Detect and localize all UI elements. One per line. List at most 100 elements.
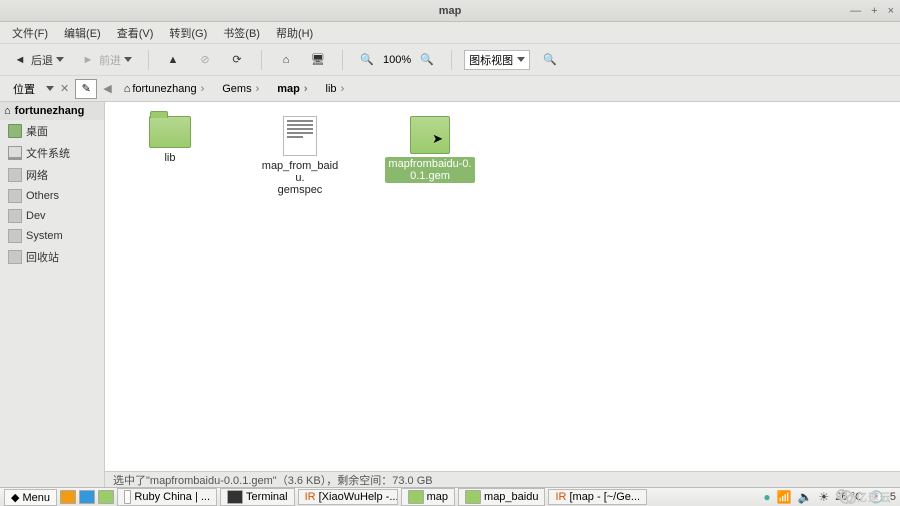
- task-label: Terminal: [246, 491, 288, 503]
- folder-icon: [8, 189, 22, 203]
- task-ruby-china[interactable]: Ruby China | ...: [117, 488, 217, 506]
- sidebar-item-desktop[interactable]: 桌面: [0, 120, 104, 142]
- volume-icon[interactable]: 🔈: [798, 490, 813, 504]
- close-icon[interactable]: ✕: [60, 82, 69, 95]
- home-icon: ⌂: [278, 52, 294, 68]
- sidebar-item-network[interactable]: 网络: [0, 164, 104, 186]
- home-icon: ⌂: [4, 105, 11, 117]
- sidebar-header[interactable]: ⌂ fortunezhang: [0, 102, 104, 120]
- sidebar-item-filesystem[interactable]: 文件系统: [0, 142, 104, 164]
- titlebar[interactable]: map — + ×: [0, 0, 900, 22]
- zoom-in-button[interactable]: 🔍: [415, 50, 439, 70]
- crumb-label: Gems: [222, 83, 251, 95]
- start-menu-button[interactable]: ◆ Menu: [4, 489, 57, 506]
- view-mode-label: 图标视图: [469, 52, 513, 68]
- separator: [342, 50, 343, 70]
- task-label: [XiaoWuHelp -...: [319, 491, 398, 503]
- breadcrumb-lib[interactable]: lib ›: [320, 81, 351, 97]
- launcher-icon[interactable]: [98, 490, 114, 504]
- tray-icon[interactable]: ●: [763, 490, 770, 504]
- task-label: Ruby China | ...: [134, 491, 210, 503]
- folder-icon: [465, 490, 481, 504]
- menu-file[interactable]: 文件(F): [6, 23, 54, 43]
- task-map-ge[interactable]: IR[map - [~/Ge...: [548, 489, 647, 505]
- app-icon: [124, 490, 131, 504]
- zoom-out-icon: 🔍: [359, 52, 375, 68]
- home-button[interactable]: ⌂: [274, 50, 298, 70]
- search-button[interactable]: 🔍: [538, 50, 562, 70]
- stop-button[interactable]: ⊘: [193, 50, 217, 70]
- menu-help[interactable]: 帮助(H): [270, 23, 319, 43]
- view-mode-select[interactable]: 图标视图: [464, 50, 530, 70]
- cursor-icon: ➤: [432, 131, 443, 147]
- file-item-gem[interactable]: ➤ mapfrombaidu-0.0.1.gem: [385, 116, 475, 183]
- chevron-right-icon: ›: [201, 83, 205, 95]
- menu-view[interactable]: 查看(V): [111, 23, 160, 43]
- breadcrumb-map[interactable]: map ›: [271, 81, 313, 97]
- file-name: map_from_baidu. gemspec: [255, 159, 345, 197]
- menu-edit[interactable]: 编辑(E): [58, 23, 107, 43]
- file-item-folder[interactable]: lib: [125, 116, 215, 165]
- location-label[interactable]: 位置: [8, 79, 40, 99]
- zoom-level: 100%: [383, 54, 411, 66]
- task-terminal[interactable]: Terminal: [220, 488, 295, 506]
- window-title: map: [439, 5, 462, 17]
- edit-path-button[interactable]: ✎: [75, 79, 97, 99]
- menu-label: Menu: [23, 492, 51, 504]
- chevron-right-icon: ›: [341, 83, 345, 95]
- terminal-icon: [227, 490, 243, 504]
- up-button[interactable]: ▲: [161, 50, 185, 70]
- task-xiaowu[interactable]: IR[XiaoWuHelp -...: [298, 489, 398, 505]
- sidebar-item-label: 桌面: [26, 123, 48, 139]
- menu-bookmarks[interactable]: 书签(B): [217, 23, 266, 43]
- maximize-button[interactable]: +: [871, 5, 877, 17]
- task-map[interactable]: map: [401, 488, 455, 506]
- network-icon[interactable]: 📶: [777, 490, 792, 504]
- logo-icon: [839, 490, 853, 504]
- sidebar-item-label: Dev: [26, 210, 46, 222]
- network-icon: [8, 168, 22, 182]
- back-button[interactable]: ◄ 后退: [8, 50, 68, 70]
- launcher-icon[interactable]: [79, 490, 95, 504]
- launcher-icon[interactable]: [60, 490, 76, 504]
- package-icon: ➤: [410, 116, 450, 154]
- file-name: lib: [161, 151, 178, 165]
- zoom-in-icon: 🔍: [419, 52, 435, 68]
- breadcrumb-gems[interactable]: Gems ›: [216, 81, 265, 97]
- folder-icon: [8, 124, 22, 138]
- breadcrumb-home[interactable]: ⌂ fortunezhang ›: [118, 81, 211, 97]
- chevron-down-icon: [517, 57, 525, 62]
- body: ⌂ fortunezhang 桌面 文件系统 网络 Others Dev Sys…: [0, 102, 900, 487]
- document-icon: [283, 116, 317, 156]
- menubar: 文件(F) 编辑(E) 查看(V) 转到(G) 书签(B) 帮助(H): [0, 22, 900, 44]
- reload-button[interactable]: ⟳: [225, 50, 249, 70]
- sidebar-item-system[interactable]: System: [0, 226, 104, 246]
- folder-icon: [8, 209, 22, 223]
- close-button[interactable]: ×: [888, 5, 894, 17]
- computer-icon: 🖥: [310, 52, 326, 68]
- sidebar-item-dev[interactable]: Dev: [0, 206, 104, 226]
- menu-goto[interactable]: 转到(G): [163, 23, 213, 43]
- task-label: [map - [~/Ge...: [569, 491, 640, 503]
- arrow-right-icon: ►: [80, 52, 96, 68]
- app-icon: IR: [555, 491, 566, 503]
- zoom-out-button[interactable]: 🔍: [355, 50, 379, 70]
- taskbar: ◆ Menu Ruby China | ... Terminal IR[Xiao…: [0, 487, 900, 506]
- sidebar-item-trash[interactable]: 回收站: [0, 246, 104, 268]
- chevron-left-icon[interactable]: ◀: [103, 82, 111, 95]
- stop-icon: ⊘: [197, 52, 213, 68]
- forward-button[interactable]: ► 前进: [76, 50, 136, 70]
- weather-icon[interactable]: ☀: [819, 490, 830, 504]
- chevron-right-icon: ›: [304, 83, 308, 95]
- app-icon: IR: [305, 491, 316, 503]
- sidebar-item-others[interactable]: Others: [0, 186, 104, 206]
- task-map-baidu[interactable]: map_baidu: [458, 488, 545, 506]
- file-content-area[interactable]: lib map_from_baidu. gemspec ➤ mapfrombai…: [105, 102, 900, 487]
- sidebar-item-label: System: [26, 230, 63, 242]
- sidebar-item-label: 文件系统: [26, 145, 70, 161]
- minimize-button[interactable]: —: [850, 5, 861, 17]
- computer-button[interactable]: 🖥: [306, 50, 330, 70]
- chevron-down-icon[interactable]: [46, 86, 54, 91]
- crumb-label: map: [277, 83, 300, 95]
- file-item-gemspec[interactable]: map_from_baidu. gemspec: [255, 116, 345, 197]
